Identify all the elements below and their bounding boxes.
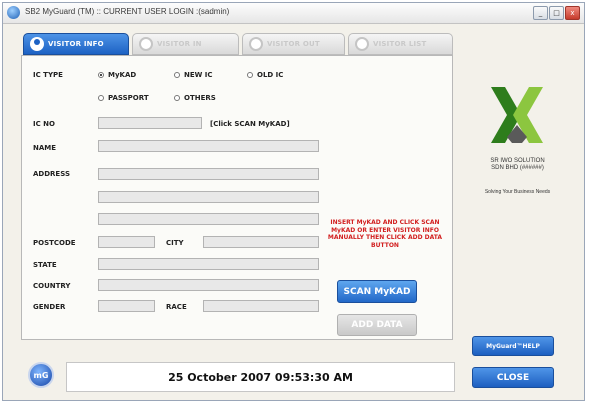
close-button[interactable]: CLOSE — [472, 367, 554, 388]
scan-hint-label: [Click SCAN MyKAD] — [210, 120, 290, 128]
tab-visitor-in[interactable]: VISITOR IN — [132, 33, 239, 55]
radio-mykad[interactable]: MyKAD — [98, 71, 136, 79]
radio-label: MyKAD — [108, 71, 137, 79]
company-name-line-1: SR IWO SOLUTION — [490, 158, 545, 164]
radio-label: NEW IC — [184, 71, 213, 79]
datetime-display: 25 October 2007 09:53:30 AM — [66, 362, 455, 392]
radio-dot — [174, 95, 180, 101]
radio-label: OLD IC — [257, 71, 284, 79]
address-line-2-field[interactable] — [98, 191, 319, 203]
tab-label: VISITOR OUT — [267, 40, 320, 48]
tab-visitor-out[interactable]: VISITOR OUT — [242, 33, 345, 55]
radio-others[interactable]: OTHERS — [174, 94, 216, 102]
minimize-button[interactable]: _ — [533, 6, 548, 20]
city-label: CITY — [166, 239, 184, 247]
state-label: STATE — [33, 261, 57, 269]
address-label: ADDRESS — [33, 170, 70, 178]
name-field[interactable] — [98, 140, 319, 152]
ic-type-label: IC TYPE — [33, 71, 63, 79]
ic-no-field[interactable] — [98, 117, 202, 129]
radio-old-ic[interactable]: OLD IC — [247, 71, 283, 79]
radio-dot — [174, 72, 180, 78]
radio-label: OTHERS — [184, 94, 216, 102]
gender-field[interactable] — [98, 300, 155, 312]
window-controls: _ □ x — [533, 6, 580, 20]
myguard-logo: mG — [28, 362, 54, 388]
help-button[interactable]: MyGuard™HELP — [472, 336, 554, 356]
state-field[interactable] — [98, 258, 319, 270]
instruction-text: INSERT MyKAD AND CLICK SCAN MyKAD OR ENT… — [327, 219, 443, 249]
address-line-1-field[interactable] — [98, 168, 319, 180]
tab-label: VISITOR LIST — [373, 40, 427, 48]
arrow-icon — [139, 37, 153, 51]
company-name-line-2: SDN BHD (######) — [491, 165, 544, 171]
company-tagline: Solving Your Business Needs — [484, 189, 551, 195]
tab-visitor-list[interactable]: VISITOR LIST — [348, 33, 453, 55]
country-field[interactable] — [98, 279, 319, 291]
radio-dot — [247, 72, 253, 78]
company-logo — [491, 87, 543, 143]
maximize-button[interactable]: □ — [549, 6, 564, 20]
window-title: SB2 MyGuard (TM) :: CURRENT USER LOGIN :… — [25, 7, 230, 16]
close-window-button[interactable]: x — [565, 6, 580, 20]
person-icon — [355, 37, 369, 51]
race-field[interactable] — [203, 300, 319, 312]
radio-label: PASSPORT — [108, 94, 149, 102]
app-icon — [7, 6, 20, 19]
radio-new-ic[interactable]: NEW IC — [174, 71, 213, 79]
radio-dot — [98, 72, 104, 78]
name-label: NAME — [33, 144, 57, 152]
radio-passport[interactable]: PASSPORT — [98, 94, 149, 102]
city-field[interactable] — [203, 236, 319, 248]
race-label: RACE — [166, 303, 187, 311]
tab-visitor-info[interactable]: VISITOR INFO — [23, 33, 129, 55]
arrow-icon — [249, 37, 263, 51]
country-label: COUNTRY — [33, 282, 71, 290]
person-icon — [30, 37, 44, 51]
postcode-field[interactable] — [98, 236, 155, 248]
tab-label: VISITOR INFO — [48, 40, 104, 48]
postcode-label: POSTCODE — [33, 239, 76, 247]
gender-label: GENDER — [33, 303, 66, 311]
address-line-3-field[interactable] — [98, 213, 319, 225]
add-data-button[interactable]: ADD DATA — [337, 314, 417, 336]
ic-no-label: IC NO — [33, 120, 55, 128]
radio-dot — [98, 95, 104, 101]
title-bar: SB2 MyGuard (TM) :: CURRENT USER LOGIN :… — [3, 3, 584, 24]
company-name: SR IWO SOLUTION SDN BHD (######) — [470, 158, 565, 172]
scan-mykad-button[interactable]: SCAN MyKAD — [337, 280, 417, 303]
tab-label: VISITOR IN — [157, 40, 202, 48]
